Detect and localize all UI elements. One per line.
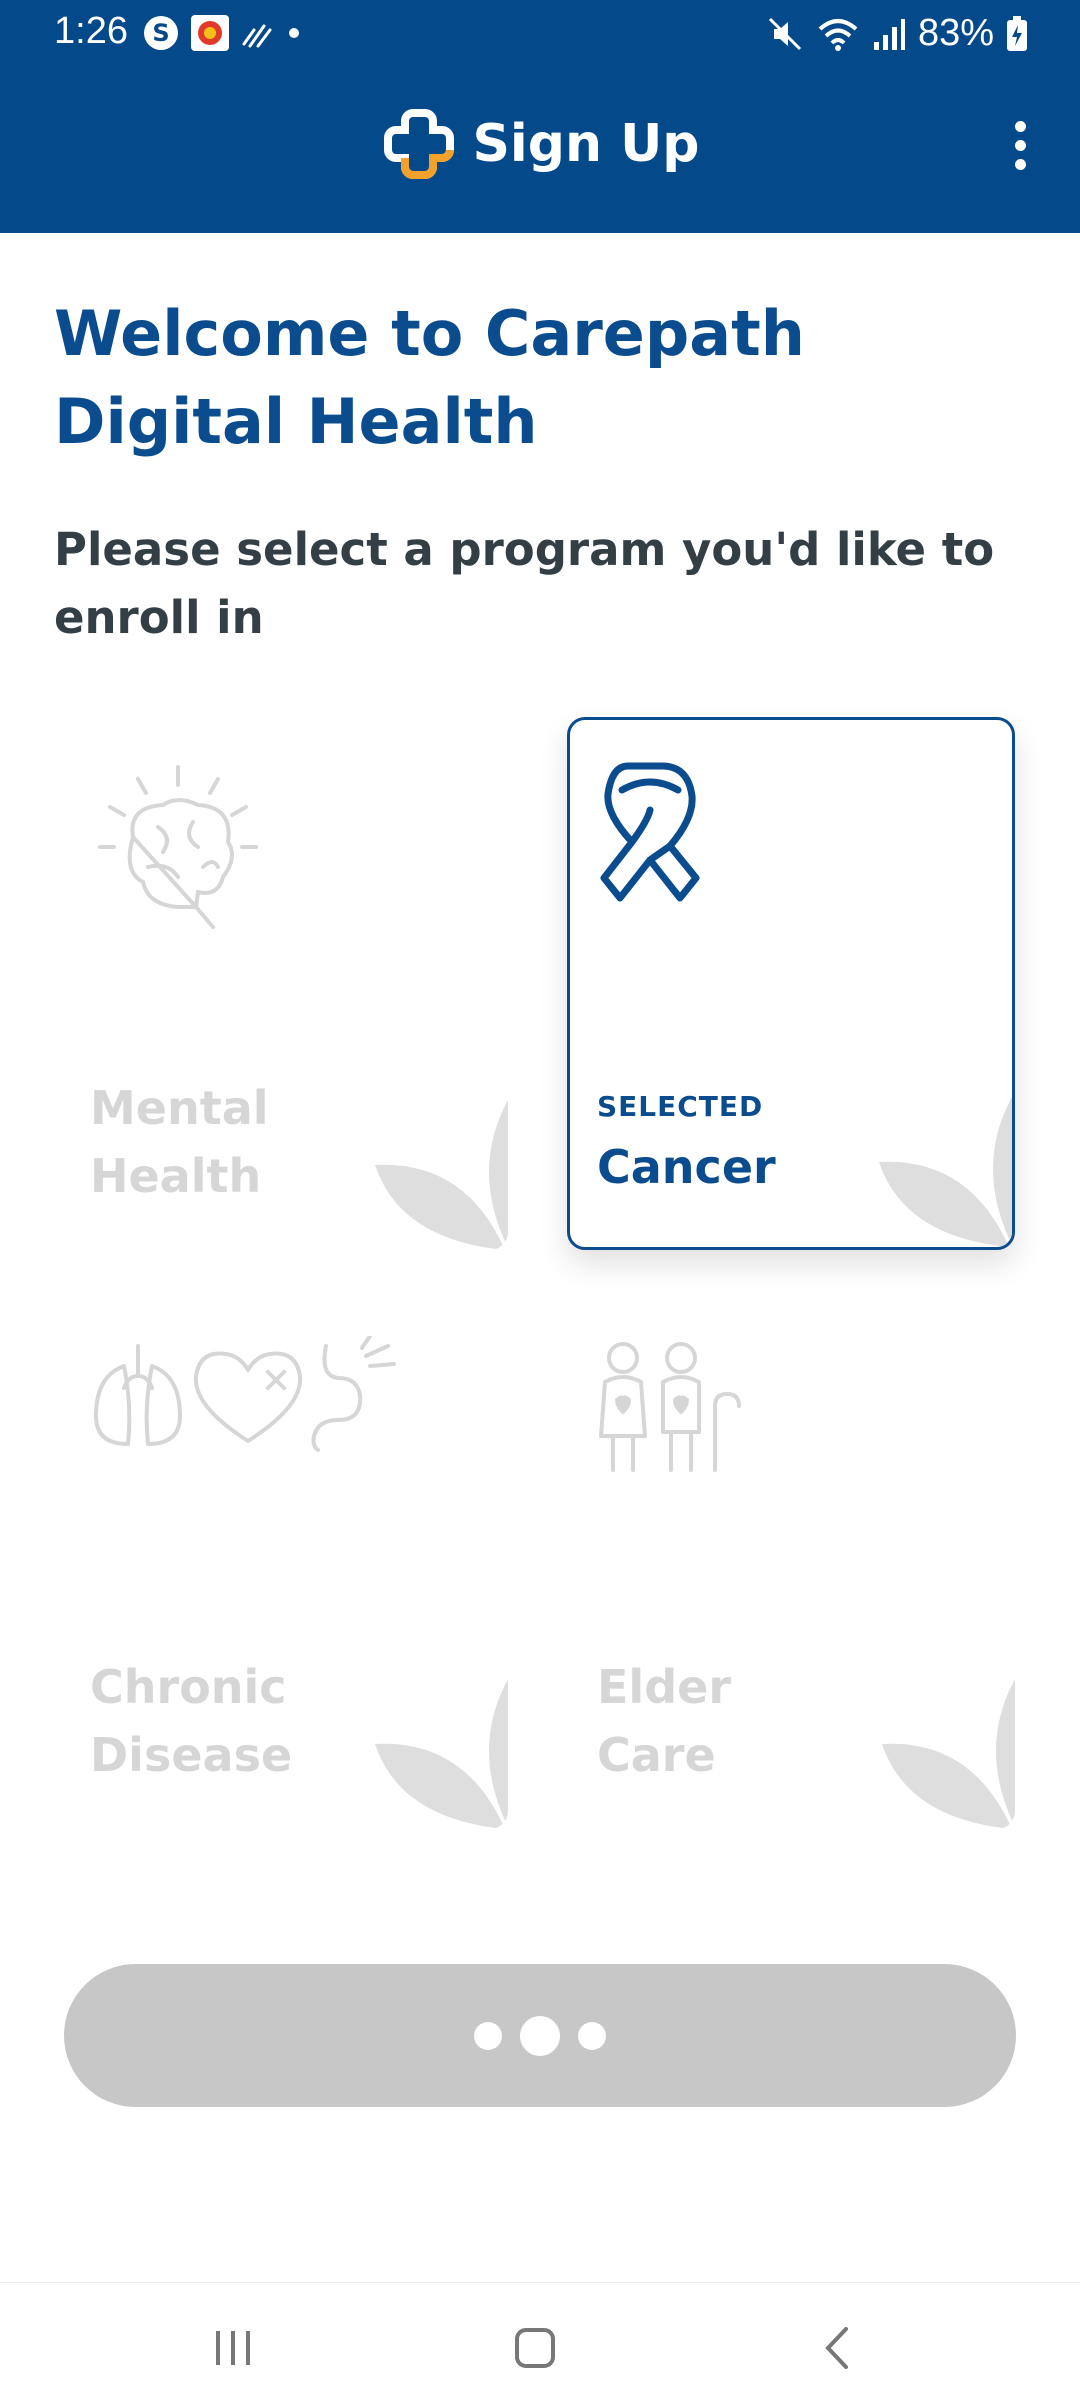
status-notification-icons: S: [142, 14, 304, 52]
selected-badge: SELECTED: [597, 1090, 764, 1123]
skype-icon: S: [144, 16, 178, 50]
leaves-decoration-icon: [375, 1100, 508, 1250]
program-label: Elder Care: [597, 1660, 732, 1782]
program-card-chronic-disease[interactable]: Chronic Disease: [60, 1296, 508, 1829]
status-system-icons: 83%: [766, 12, 1028, 55]
mute-icon: [768, 17, 801, 50]
status-time: 1:26: [54, 10, 128, 52]
program-prompt: Please select a program you'd like to en…: [54, 523, 995, 644]
loading-dots-icon: [474, 2015, 606, 2056]
battery-charging-icon: [1007, 15, 1027, 51]
brain-icon: [98, 765, 258, 929]
svg-text:S: S: [152, 19, 169, 47]
recent-apps-icon[interactable]: [198, 2313, 268, 2383]
carepath-cross-logo: [384, 109, 455, 179]
program-card-mental-health[interactable]: Mental Health: [60, 717, 508, 1250]
system-nav-bar: [0, 2282, 1080, 2408]
organs-icon: [94, 1336, 396, 1452]
app-bar-title: Sign Up: [472, 114, 700, 174]
leaves-decoration-icon: [882, 1679, 1015, 1829]
home-icon[interactable]: [500, 2313, 570, 2383]
program-label: Cancer: [597, 1140, 776, 1194]
ribbon-icon: [600, 762, 700, 902]
app-bar-title-group: Sign Up: [0, 104, 1080, 184]
cellular-signal-icon: [873, 18, 905, 50]
app-notification-icon: [191, 15, 229, 51]
elderly-couple-icon: [599, 1342, 741, 1472]
status-bar: 1:26 S 83%: [0, 0, 1080, 72]
battery-level: 83%: [917, 12, 994, 54]
wifi-icon: [818, 18, 858, 51]
more-vert-icon[interactable]: [990, 110, 1050, 180]
leaves-decoration-icon: [879, 1097, 1012, 1247]
program-label: Mental Health: [90, 1081, 269, 1203]
back-icon[interactable]: [804, 2313, 874, 2383]
continue-button[interactable]: [64, 1964, 1016, 2107]
program-card-elder-care[interactable]: Elder Care: [567, 1296, 1015, 1829]
leaves-decoration-icon: [375, 1679, 508, 1829]
app-header: 1:26 S 83% Sign Up: [0, 0, 1080, 233]
signal-activity-icon: [242, 24, 272, 48]
dot-icon: [289, 28, 299, 38]
welcome-title: Welcome to Carepath Digital Health: [54, 297, 805, 458]
program-card-cancer[interactable]: SELECTED Cancer: [567, 717, 1015, 1250]
program-label: Chronic Disease: [90, 1660, 293, 1782]
